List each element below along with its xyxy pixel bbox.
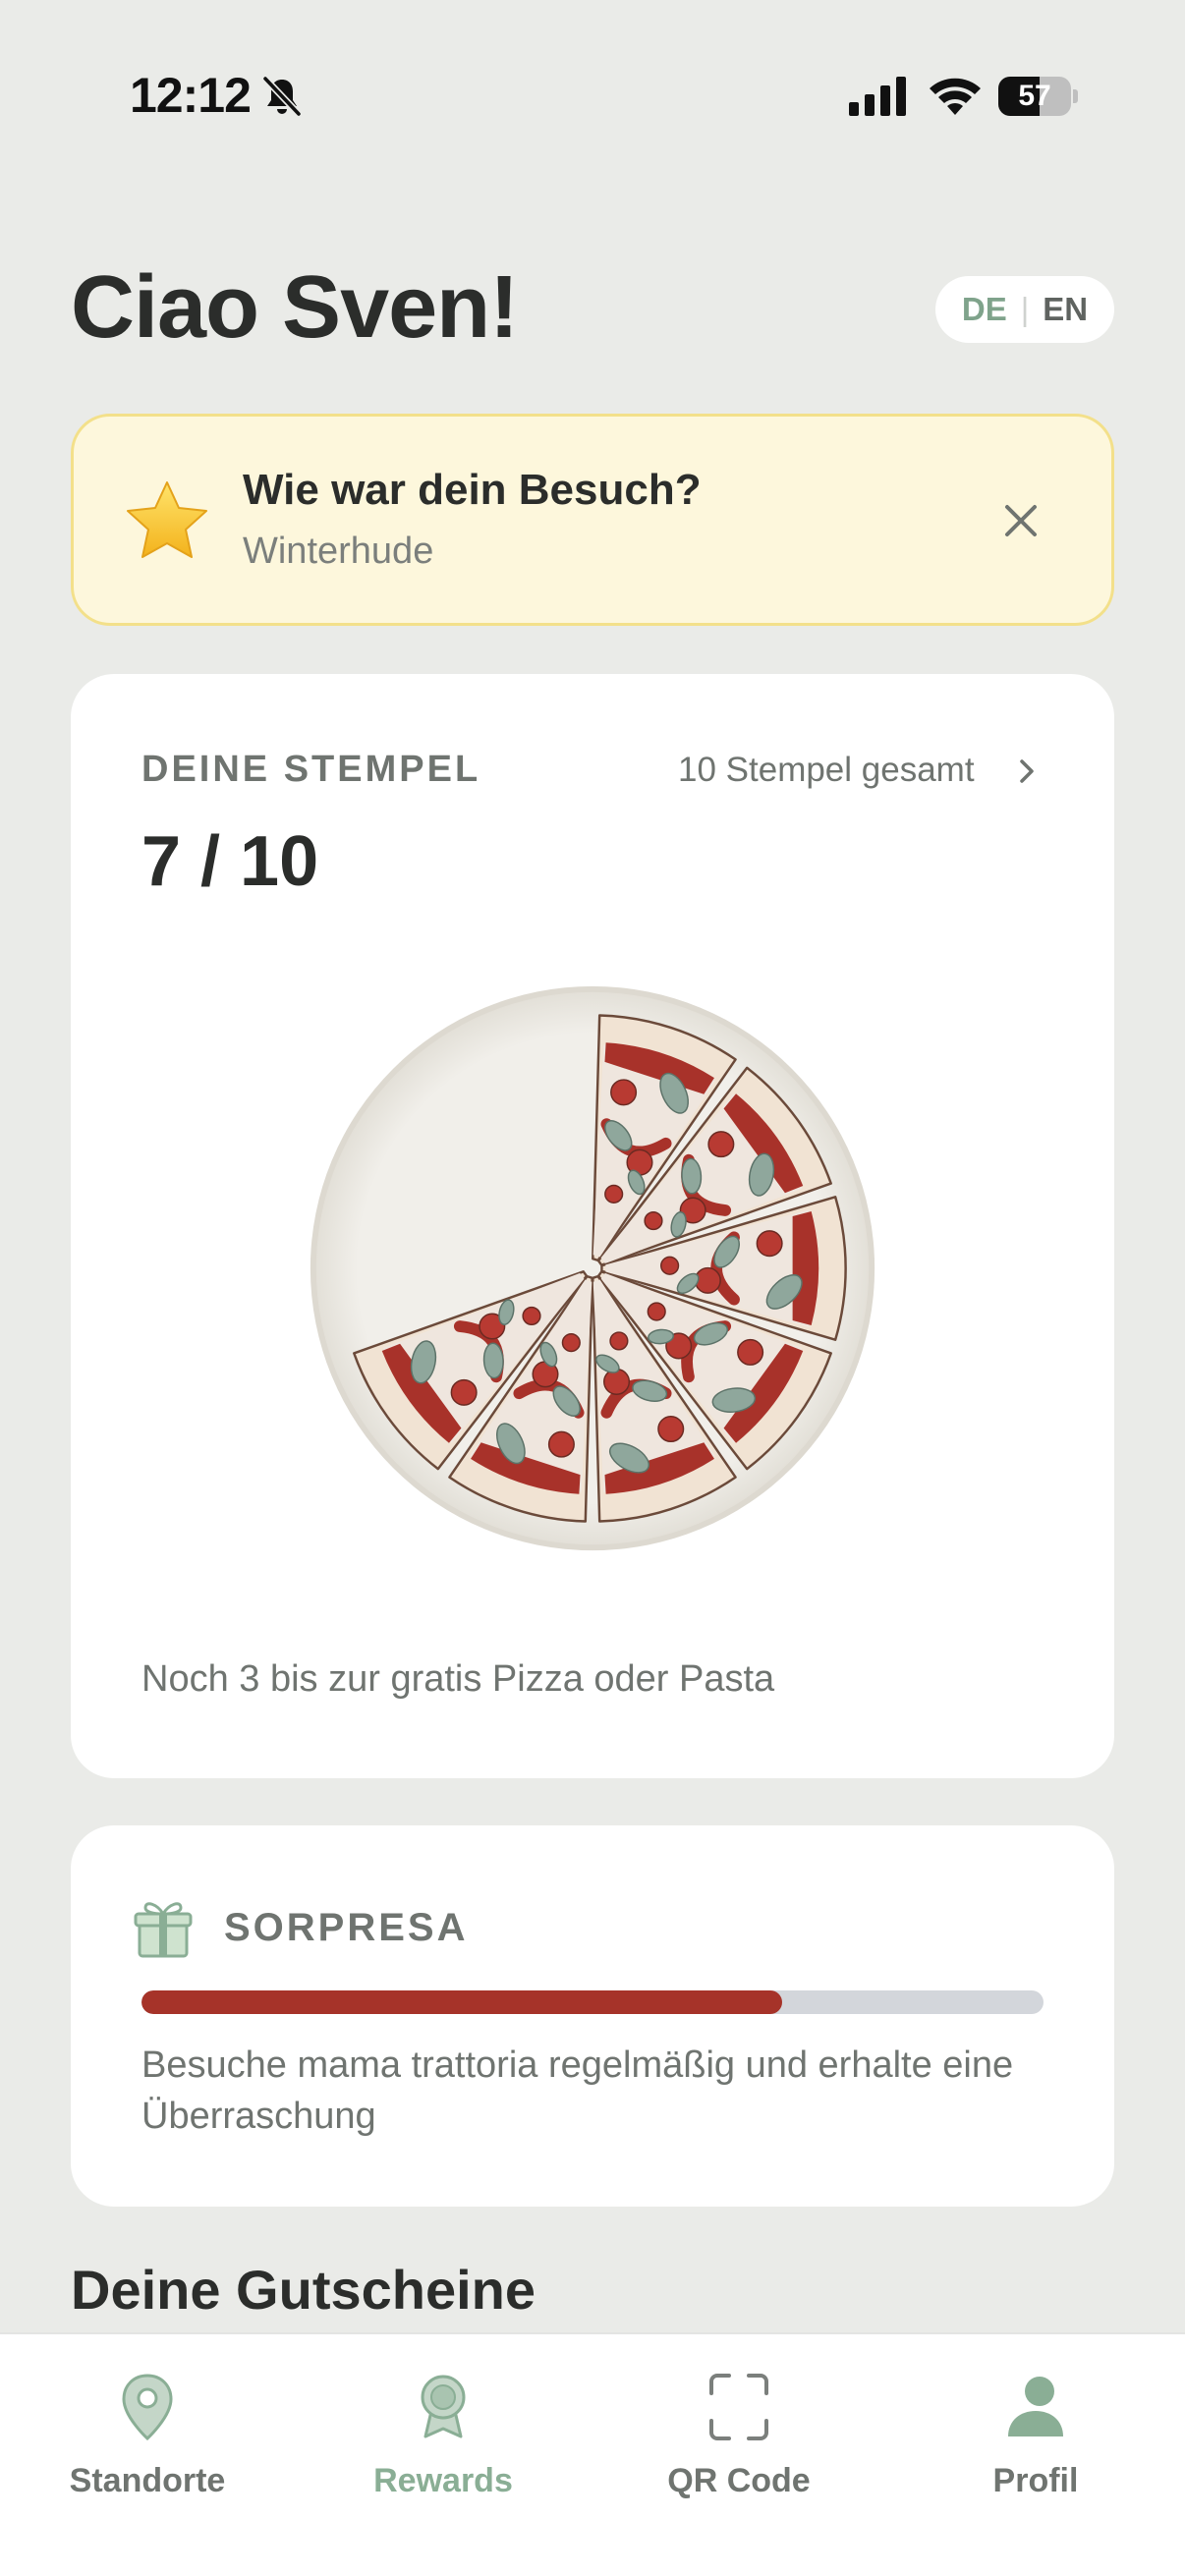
qr-scan-icon — [709, 2374, 768, 2440]
tab-label: Rewards — [373, 2462, 513, 2499]
stamp-progress-hint: Noch 3 bis zur gratis Pizza oder Pasta — [141, 1658, 775, 1700]
pizza-stamp-graphic — [310, 985, 875, 1551]
person-icon — [1008, 2377, 1063, 2436]
surprise-progress-fill — [141, 1990, 782, 2014]
cellular-signal-icon — [849, 77, 906, 116]
surprise-progress-bar — [141, 1990, 1044, 2014]
wifi-icon — [930, 78, 981, 115]
language-option-de[interactable]: DE — [962, 291, 1007, 328]
tab-label: Profil — [992, 2462, 1079, 2499]
award-badge-icon — [421, 2375, 466, 2438]
location-pin-icon — [122, 2374, 173, 2441]
star-icon — [127, 481, 207, 558]
surprise-label: SORPRESA — [224, 1906, 469, 1949]
close-icon[interactable] — [997, 497, 1044, 544]
feedback-location: Winterhude — [243, 531, 434, 572]
stamp-card: DEINE STEMPEL 10 Stempel gesamt 7 / 10 N… — [71, 674, 1114, 1778]
surprise-description: Besuche mama trattoria regelmäßig und er… — [141, 2044, 1014, 2137]
battery-percent: 57 — [1018, 80, 1051, 112]
visit-feedback-banner[interactable]: Wie war dein Besuch? Winterhude — [71, 414, 1114, 626]
tab-standorte[interactable]: Standorte — [0, 2354, 295, 2501]
status-time: 12:12 — [130, 68, 252, 123]
surprise-card: SORPRESA Besuche mama trattoria regelmäß… — [71, 1825, 1114, 2207]
stamp-total-link[interactable]: 10 Stempel gesamt — [678, 751, 975, 790]
gift-icon — [134, 1902, 193, 1958]
language-switch[interactable]: DE | EN — [935, 276, 1114, 343]
tab-profil[interactable]: Profil — [888, 2354, 1183, 2501]
tab-qr-code[interactable]: QR Code — [592, 2354, 886, 2501]
stamp-card-label: DEINE STEMPEL — [141, 749, 481, 790]
feedback-title: Wie war dein Besuch? — [243, 466, 702, 514]
page-title: Ciao Sven! — [71, 258, 519, 357]
tab-label: Standorte — [69, 2462, 226, 2499]
tab-label: QR Code — [667, 2462, 811, 2499]
chevron-right-icon[interactable] — [1012, 755, 1042, 788]
battery-icon: 57 — [998, 77, 1078, 116]
tab-bar: Standorte Rewards QR Code Profil — [0, 2332, 1185, 2576]
language-separator: | — [1020, 291, 1030, 327]
vouchers-heading: Deine Gutscheine — [71, 2259, 536, 2321]
status-bar: 12:12 57 — [0, 0, 1185, 187]
bell-slash-icon — [262, 76, 302, 117]
rewards-screen: 12:12 57 Ciao Sven! DE | EN Wie war dein… — [0, 0, 1185, 2576]
stamp-count: 7 / 10 — [141, 822, 319, 901]
tab-rewards[interactable]: Rewards — [296, 2354, 591, 2501]
language-option-en[interactable]: EN — [1043, 291, 1088, 328]
